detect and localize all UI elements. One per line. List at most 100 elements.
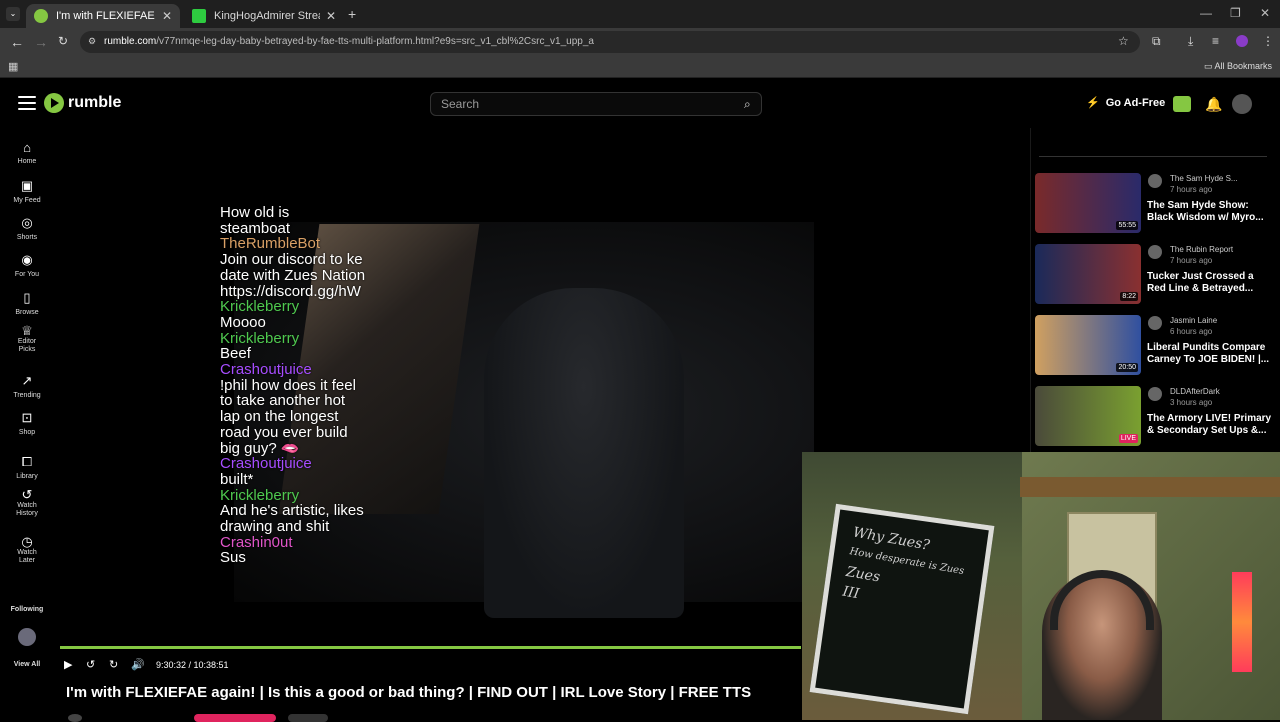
chat-message: date with Zues Nation [220,266,366,284]
video-thumbnail[interactable]: 8:22 [1035,244,1141,304]
notification-bell-icon[interactable]: 🔔 [1205,96,1223,112]
sidebar-item-label: For You [14,271,40,278]
all-bookmarks-link[interactable]: ▭ All Bookmarks [1204,61,1272,72]
recommendation-title[interactable]: The Armory LIVE! Primary & Secondary Set… [1147,413,1275,437]
channel-avatar[interactable] [1148,316,1162,330]
video-thumbnail[interactable]: 20:50 [1035,315,1141,375]
bookmark-star-icon[interactable]: ☆ [1118,34,1129,48]
chat-message: road you ever build [220,423,348,441]
progress-bar[interactable] [60,646,802,649]
menu-kebab-icon[interactable]: ⋮ [1262,34,1274,48]
duration-badge: 55:55 [1116,221,1138,230]
channel-avatar[interactable] [1148,245,1162,259]
sidebar-item-editor-picks[interactable]: ♕ Editor Picks [0,324,54,354]
following-heading: Following [10,606,44,613]
chat-username: Krickleberry [220,486,300,504]
extensions-icon[interactable]: ⧉ [1152,34,1161,49]
forward-icon[interactable]: → [34,34,48,50]
channel-name[interactable]: The Sam Hyde S... [1170,174,1238,183]
sidebar-item-label: Browse [15,309,39,316]
channel-avatar[interactable] [1148,387,1162,401]
apps-grid-icon[interactable]: ▦ [8,60,18,73]
minimize-icon[interactable]: — [1200,6,1212,20]
channel-name[interactable]: DLDAfterDark [1170,387,1220,396]
view-all-link[interactable]: View All [0,661,54,668]
channel-avatar[interactable] [1148,174,1162,188]
sidebar-item-label: Library [16,473,38,480]
maximize-icon[interactable]: ❐ [1230,6,1241,20]
upload-time: 7 hours ago [1170,256,1213,265]
recommendation-title[interactable]: The Sam Hyde Show: Black Wisdom w/ Myro.… [1147,200,1275,224]
url-field[interactable]: rumble.com/v77nmqe-leg-day-baby-betrayed… [80,31,1140,53]
home-icon: ⌂ [23,140,31,155]
close-window-icon[interactable]: ✕ [1260,6,1270,20]
video-thumbnail[interactable]: 55:55 [1035,173,1141,233]
browser-tab-active[interactable]: I'm with FLEXIEFAE again! | Is this ✕ [26,4,180,28]
chat-username: TheRumbleBot [220,235,321,253]
play-icon[interactable]: ▶ [64,658,72,671]
recommendation-title[interactable]: Tucker Just Crossed a Red Line & Betraye… [1147,271,1275,295]
chat-username: Crashoutjuice [220,361,312,379]
action-button[interactable] [288,714,328,722]
go-ad-free-button[interactable]: ⚡ Go Ad-Free [1086,96,1165,110]
video-thumbnail[interactable]: LIVE [1035,386,1141,446]
chat-message: to take another hot [220,392,346,410]
upload-video-icon[interactable] [1173,96,1191,112]
site-info-icon[interactable]: ⚙ [88,36,96,47]
forward-skip-icon[interactable]: ↻ [109,658,118,671]
kick-favicon-icon [192,9,206,23]
video-title: I'm with FLEXIEFAE again! | Is this a go… [66,684,752,701]
hamburger-menu-icon[interactable] [18,96,36,110]
download-icon[interactable]: ⤓ [1188,34,1193,49]
recommendation-title[interactable]: Liberal Pundits Compare Carney To JOE BI… [1147,342,1275,366]
search-placeholder: Search [441,97,480,111]
wooden-shelf [1020,477,1280,497]
volume-icon[interactable]: 🔊 [131,658,145,671]
tab-title: I'm with FLEXIEFAE again! | Is this [56,10,156,22]
profile-avatar-icon[interactable] [1236,35,1248,47]
clock-icon: ◷ [21,534,33,549]
user-avatar[interactable] [1232,94,1252,114]
recommendation-card[interactable]: 8:22 The Rubin Report 7 hours ago Tucker Ju… [1035,244,1275,306]
sidebar-item-library[interactable]: ⧠ Library [0,454,54,480]
sidebar-item-for-you[interactable]: ◉ For You [0,252,54,278]
sidebar-item-shop[interactable]: ⊡ Shop [0,410,54,436]
channel-name[interactable]: Jasmin Laine [1170,316,1217,325]
rumble-logo[interactable]: rumble [44,93,121,113]
shop-icon: ⊡ [21,410,33,425]
recommendation-card[interactable]: 20:50 Jasmin Laine 6 hours ago Liberal Pund… [1035,315,1275,377]
chat-message: Moooo [220,313,266,331]
back-icon[interactable]: ← [10,34,24,50]
close-tab-icon[interactable]: ✕ [162,9,172,23]
sidebar-item-home[interactable]: ⌂ Home [0,140,54,165]
sidebar-item-label: Shorts [16,234,38,241]
channel-avatar[interactable] [68,714,82,722]
chat-message: drawing and shit [220,518,330,536]
duration-badge: LIVE [1118,434,1138,443]
follow-button[interactable] [194,714,276,722]
sidebar-item-label: Home [17,158,37,165]
browser-tab[interactable]: KingHogAdmirer Stream - Watch ✕ [184,4,344,28]
sidebar-item-label: Watch History [16,502,38,517]
sidebar-item-trending[interactable]: ↗ Trending [0,373,54,399]
sidebar-item-shorts[interactable]: ◎ Shorts [0,215,54,241]
recommendation-card[interactable]: 55:55 The Sam Hyde S... 7 hours ago The Sam… [1035,173,1275,235]
recommendation-card[interactable]: LIVE DLDAfterDark 3 hours ago The Armory LI… [1035,386,1275,448]
reload-icon[interactable]: ↻ [58,34,68,48]
sidebar-item-browse[interactable]: ▯ Browse [0,290,54,316]
search-icon[interactable]: ⌕ [744,97,751,112]
sidebar-item-label: Watch Later [17,549,37,564]
sidebar-item-watch-later[interactable]: ◷ Watch Later [0,534,54,565]
sidebar-item-my-feed[interactable]: ▣ My Feed [0,178,54,204]
close-tab-icon[interactable]: ✕ [326,9,336,23]
new-tab-button[interactable]: + [348,6,356,22]
sidebar-item-watch-history[interactable]: ↺ Watch History [0,488,54,518]
tab-search-icon[interactable]: ≡ [1212,34,1219,48]
chat-message: big guy? 🫦 [220,439,300,457]
following-channel-avatar[interactable] [18,628,36,646]
tab-list-icon[interactable]: ⌄ [6,7,20,21]
chat-message: Sus [220,549,246,567]
rewind-icon[interactable]: ↺ [86,658,95,671]
channel-name[interactable]: The Rubin Report [1170,245,1233,254]
search-input[interactable]: Search [430,92,762,116]
